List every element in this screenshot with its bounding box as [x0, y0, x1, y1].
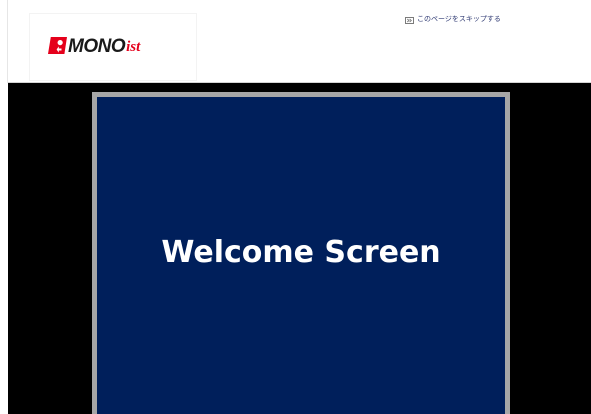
page: MONO ist このページをスキップする Welcome Screen — [0, 0, 591, 414]
welcome-panel: Welcome Screen — [97, 97, 505, 414]
welcome-frame: Welcome Screen — [92, 92, 510, 414]
site-header: MONO ist このページをスキップする — [8, 0, 591, 83]
skip-this-page-link[interactable]: このページをスキップする — [405, 16, 501, 24]
skip-page-icon — [405, 16, 414, 24]
logo-wordmark: MONO — [68, 36, 126, 57]
logo-suffix: ist — [126, 39, 141, 55]
welcome-stage: Welcome Screen — [8, 83, 591, 414]
skip-link-label: このページをスキップする — [417, 16, 501, 23]
mono-ist-logo-mark-icon — [48, 37, 67, 54]
mono-ist-logo-link[interactable]: MONO ist — [48, 34, 140, 56]
welcome-title: Welcome Screen — [161, 235, 441, 270]
